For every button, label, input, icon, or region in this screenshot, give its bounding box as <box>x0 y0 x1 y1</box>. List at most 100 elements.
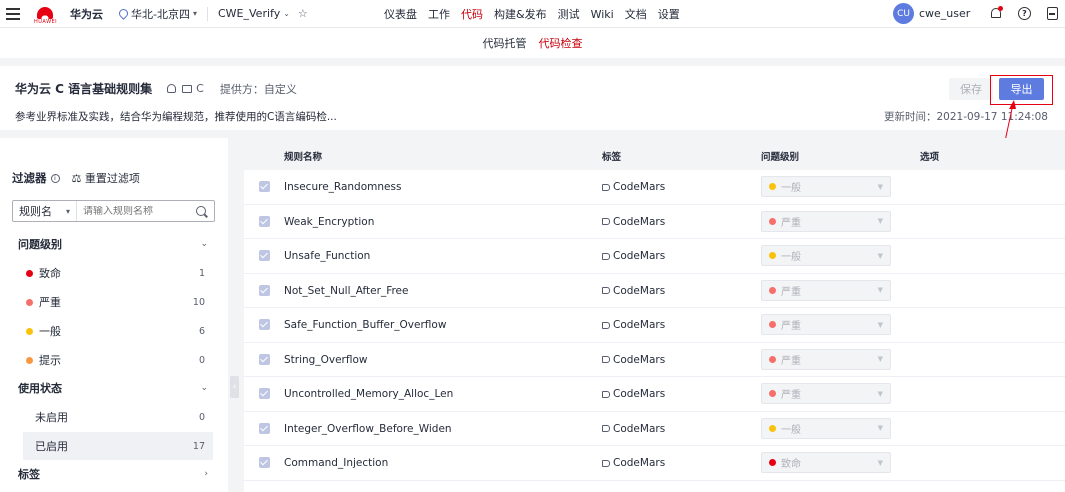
language-icon <box>182 84 193 93</box>
rule-name: Unsafe_Function <box>284 250 371 262</box>
collapse-sidebar-handle[interactable]: ‹ <box>230 376 239 398</box>
row-checkbox[interactable] <box>259 457 270 468</box>
row-checkbox[interactable] <box>259 422 270 434</box>
username: cwe_user <box>919 7 971 20</box>
severity-select[interactable]: 严重 ▼ <box>761 279 891 301</box>
tag-icon <box>602 459 610 467</box>
table-header: 规则名称 标签 问题级别 选项 <box>244 138 1065 170</box>
save-button[interactable]: 保存 <box>949 78 993 100</box>
star-icon[interactable]: ☆ <box>298 7 308 20</box>
rules-table: 规则名称 标签 问题级别 选项 Insecure_Randomness CodeM… <box>244 138 1065 492</box>
table-row: Integer_Overflow_Before_Widen CodeMars 一般 ▼ <box>244 412 1065 446</box>
sitemap-icon[interactable] <box>1047 7 1058 20</box>
row-checkbox[interactable] <box>259 181 270 192</box>
severity-dot <box>769 286 776 294</box>
chevron-down-icon: ▼ <box>877 424 883 432</box>
tag-icon <box>602 356 610 363</box>
huawei-logo[interactable]: HUAWEI <box>34 6 57 25</box>
severity-dot <box>769 459 776 466</box>
rule-name: Command_Injection <box>284 457 389 469</box>
section-usage-status[interactable]: 使用状态 ⌄ <box>0 376 228 400</box>
row-checkbox[interactable] <box>259 250 270 261</box>
rule-tag: CodeMars <box>602 250 665 262</box>
tag-icon <box>602 321 610 329</box>
chevron-down-icon: ▼ <box>877 389 883 398</box>
info-icon[interactable]: i <box>50 173 60 183</box>
project-selector[interactable]: CWE_Verify ⌄ <box>218 7 290 20</box>
rule-name: Integer_Overflow_Before_Widen <box>284 422 452 435</box>
tab-code-hosting[interactable]: 代码托管 <box>483 35 527 51</box>
brand-name[interactable]: 华为云 <box>70 6 103 22</box>
col-header-tag: 标签 <box>602 152 622 163</box>
divider <box>207 6 208 21</box>
facet-usage-disabled[interactable]: 未启用 0 <box>0 403 228 431</box>
section-tags[interactable]: 标签 › <box>0 462 228 486</box>
help-icon[interactable]: ? <box>1018 7 1031 20</box>
rule-name: Safe_Function_Buffer_Overflow <box>284 319 447 331</box>
row-checkbox[interactable] <box>259 284 270 296</box>
col-header-level: 问题级别 <box>761 152 800 163</box>
row-checkbox[interactable] <box>259 215 270 227</box>
rule-name: String_Overflow <box>284 353 368 366</box>
table-row: Safe_Function_Buffer_Overflow CodeMars 严重 ▼ <box>244 308 1065 343</box>
nav-item-settings[interactable]: 设置 <box>658 6 680 22</box>
row-checkbox[interactable] <box>259 319 270 330</box>
col-header-name[interactable]: 规则名称 <box>284 149 322 163</box>
tag-icon <box>602 183 610 191</box>
severity-dot <box>769 217 776 225</box>
nav-item-test[interactable]: 测试 <box>558 6 580 22</box>
severity-select[interactable]: 严重 ▼ <box>761 314 891 335</box>
severity-dot <box>769 183 776 190</box>
severity-select[interactable]: 一般 ▼ <box>761 245 891 266</box>
nav-item-work[interactable]: 工作 <box>428 6 450 22</box>
facet-usage-enabled[interactable]: 已启用 17 <box>23 432 213 460</box>
severity-dot <box>26 327 33 335</box>
sub-nav: 代码托管 代码检查 <box>0 28 1065 58</box>
severity-select[interactable]: 严重 ▼ <box>761 210 891 232</box>
reset-filter-button[interactable]: ⚖ 重置过滤项 <box>72 170 140 186</box>
page-title: 华为云 C 语言基础规则集 <box>15 82 153 96</box>
section-severity[interactable]: 问题级别 ⌄ <box>0 232 228 256</box>
severity-select[interactable]: 一般 ▼ <box>761 417 891 439</box>
rule-name: Weak_Encryption <box>284 215 375 228</box>
hamburger-menu-icon[interactable] <box>6 7 26 20</box>
region-selector[interactable]: 华北-北京四 ▾ <box>117 6 197 22</box>
facet-severity-fatal[interactable]: 致命 1 <box>0 259 228 287</box>
row-checkbox[interactable] <box>259 353 270 365</box>
rule-name: Insecure_Randomness <box>284 181 402 193</box>
tag-icon <box>602 287 610 294</box>
rule-tag: CodeMars <box>602 319 665 331</box>
chevron-down-icon: ▼ <box>877 251 883 260</box>
nav-item-wiki[interactable]: Wiki <box>591 8 614 21</box>
chevron-down-icon: ▼ <box>877 320 883 329</box>
severity-dot <box>26 298 33 306</box>
search-input[interactable] <box>77 205 196 217</box>
facet-severity-serious[interactable]: 严重 10 <box>0 288 228 316</box>
table-row: Unsafe_Function CodeMars 一般 ▼ <box>244 239 1065 274</box>
severity-select[interactable]: 严重 ▼ <box>761 348 891 370</box>
user-menu[interactable]: CU cwe_user <box>893 3 970 24</box>
severity-select[interactable]: 严重 ▼ <box>761 383 891 404</box>
nav-item-code[interactable]: 代码 <box>461 6 483 22</box>
table-row: Insecure_Randomness CodeMars 一般 ▼ <box>244 170 1065 205</box>
rule-tag: CodeMars <box>602 388 665 400</box>
nav-item-dashboard[interactable]: 仪表盘 <box>384 6 417 22</box>
nav-item-build-release[interactable]: 构建&发布 <box>494 6 547 22</box>
facet-severity-general[interactable]: 一般 6 <box>0 317 228 345</box>
severity-select[interactable]: 致命 ▼ <box>761 452 891 473</box>
huawei-logo-icon: HUAWEI <box>34 6 57 25</box>
bell-icon[interactable] <box>990 6 1003 20</box>
table-row: String_Overflow CodeMars 严重 ▼ <box>244 343 1065 377</box>
facet-severity-hint[interactable]: 提示 0 <box>0 346 228 374</box>
chevron-down-icon: ▾ <box>192 9 197 18</box>
nav-item-docs[interactable]: 文档 <box>625 6 647 22</box>
table-row: Uncontrolled_Memory_Alloc_Len CodeMars 严重 ▼ <box>244 377 1065 412</box>
search-icon[interactable] <box>196 206 206 216</box>
search-field-select[interactable]: 规则名 ▾ <box>13 201 77 221</box>
table-row: Command_Injection CodeMars 致命 ▼ <box>244 446 1065 481</box>
row-checkbox[interactable] <box>259 388 270 399</box>
chevron-down-icon: ▼ <box>877 217 883 225</box>
tab-code-check[interactable]: 代码检查 <box>539 35 583 51</box>
severity-select[interactable]: 一般 ▼ <box>761 176 891 197</box>
tag-icon <box>602 425 610 432</box>
